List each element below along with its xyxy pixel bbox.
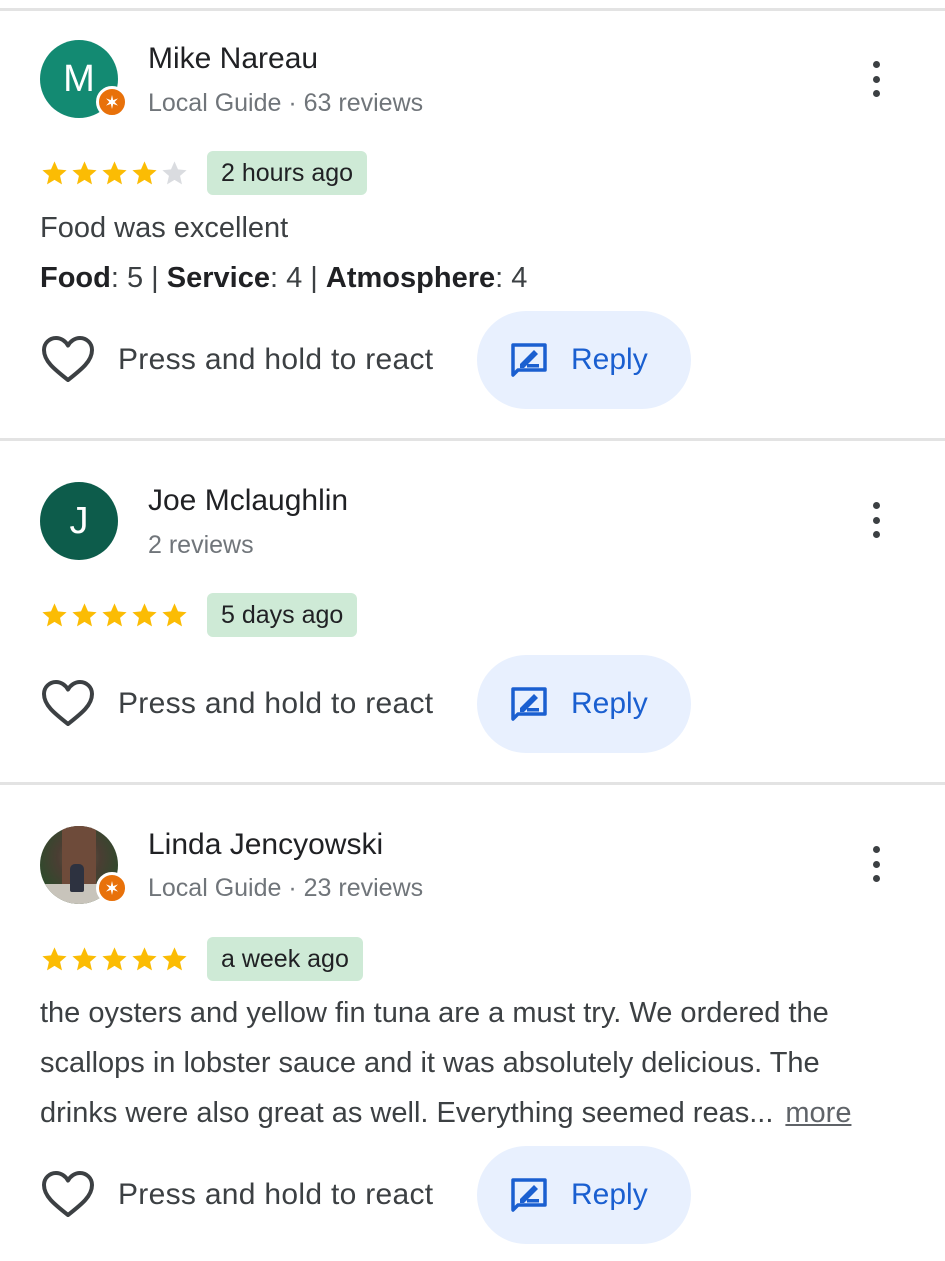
reviewer-name[interactable]: Linda Jencyowski bbox=[148, 828, 383, 862]
review-line: drinks were also great as well. Everythi… bbox=[40, 1088, 920, 1138]
reply-button[interactable]: Reply bbox=[477, 655, 691, 753]
react-label: Press and hold to react bbox=[118, 1178, 434, 1211]
avatar-photo-person bbox=[70, 864, 84, 892]
reply-label: Reply bbox=[571, 343, 648, 376]
more-vert-icon[interactable] bbox=[862, 59, 890, 99]
reviewer-meta[interactable]: Local Guide · 23 reviews bbox=[148, 874, 423, 903]
more-link[interactable]: more bbox=[785, 1097, 851, 1129]
star-filled-icon bbox=[72, 947, 97, 971]
reviewer-name[interactable]: Joe Mclaughlin bbox=[148, 484, 348, 518]
star-filled-icon bbox=[72, 603, 97, 627]
star-filled-icon bbox=[42, 603, 67, 627]
subrating-value: 4 bbox=[286, 262, 303, 294]
more-vert-icon[interactable] bbox=[862, 500, 890, 540]
reviewer-name[interactable]: Mike Nareau bbox=[148, 42, 318, 76]
avatar[interactable]: J bbox=[40, 482, 118, 560]
review-time: a week ago bbox=[207, 937, 363, 981]
subratings: Food: 5 | Service: 4 | Atmosphere: 4 bbox=[40, 262, 528, 294]
heart-outline-icon bbox=[42, 336, 94, 382]
react-button[interactable]: Press and hold to react bbox=[40, 679, 433, 729]
reply-edit-icon bbox=[511, 343, 547, 377]
react-label: Press and hold to react bbox=[118, 687, 434, 720]
review-line-text: drinks were also great as well. Everythi… bbox=[40, 1097, 774, 1129]
heart-outline-icon bbox=[42, 680, 94, 726]
review-line: the oysters and yellow fin tuna are a mu… bbox=[40, 997, 829, 1029]
subrating-value: 4 bbox=[511, 262, 528, 294]
star-filled-icon bbox=[42, 161, 67, 185]
star-empty-icon bbox=[162, 161, 187, 185]
review-time: 2 hours ago bbox=[207, 151, 368, 195]
star-rating bbox=[40, 601, 189, 630]
local-guide-badge-icon bbox=[96, 86, 128, 118]
reviewer-meta[interactable]: Local Guide · 63 reviews bbox=[148, 89, 423, 118]
star-rating bbox=[40, 159, 189, 188]
react-button[interactable]: Press and hold to react bbox=[40, 1170, 433, 1220]
reply-label: Reply bbox=[571, 1178, 648, 1211]
avatar-letter: J bbox=[69, 499, 89, 542]
star-filled-icon bbox=[72, 161, 97, 185]
divider bbox=[0, 782, 945, 785]
heart-outline-icon bbox=[42, 1171, 94, 1217]
react-label: Press and hold to react bbox=[118, 343, 434, 376]
avatar-letter: M bbox=[63, 57, 95, 100]
local-guide-badge-icon bbox=[96, 872, 128, 904]
subrating-label: Food bbox=[40, 262, 111, 294]
reply-label: Reply bbox=[571, 687, 648, 720]
review-text: the oysters and yellow fin tuna are a mu… bbox=[40, 988, 920, 1138]
star-filled-icon bbox=[162, 947, 187, 971]
divider bbox=[0, 8, 945, 11]
star-rating bbox=[40, 945, 189, 974]
star-filled-icon bbox=[162, 603, 187, 627]
subrating-label: Service bbox=[166, 262, 270, 294]
divider bbox=[0, 438, 945, 441]
review-text: Food was excellent Food: 5 | Service: 4 … bbox=[40, 203, 910, 303]
review-body: Food was excellent bbox=[40, 212, 289, 244]
reviewer-meta[interactable]: 2 reviews bbox=[148, 531, 254, 560]
subrating-value: 5 bbox=[126, 262, 144, 294]
reply-button[interactable]: Reply bbox=[477, 311, 691, 409]
star-filled-icon bbox=[102, 161, 127, 185]
review-time: 5 days ago bbox=[207, 593, 358, 637]
star-filled-icon bbox=[132, 947, 157, 971]
react-button[interactable]: Press and hold to react bbox=[40, 335, 433, 385]
star-filled-icon bbox=[132, 603, 157, 627]
reply-edit-icon bbox=[511, 687, 547, 721]
review-line: scallops in lobster sauce and it was abs… bbox=[40, 1047, 820, 1079]
star-filled-icon bbox=[42, 947, 67, 971]
reply-button[interactable]: Reply bbox=[477, 1146, 691, 1244]
reply-edit-icon bbox=[511, 1178, 547, 1212]
star-filled-icon bbox=[132, 161, 157, 185]
star-filled-icon bbox=[102, 603, 127, 627]
star-filled-icon bbox=[102, 947, 127, 971]
more-vert-icon[interactable] bbox=[862, 844, 890, 884]
subrating-label: Atmosphere bbox=[325, 262, 496, 294]
